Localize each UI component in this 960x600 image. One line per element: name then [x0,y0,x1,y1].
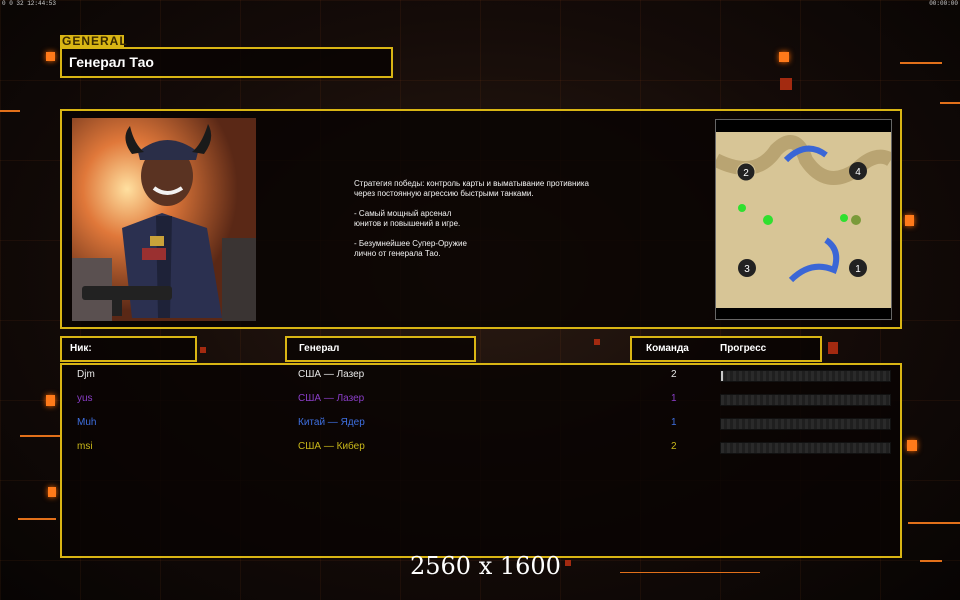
status-bar-left: 0 0 32 12:44:53 [2,0,57,7]
deco-glow [46,52,55,61]
column-header-general: Генерал [285,336,476,362]
player-general: Китай — Ядер [298,417,365,428]
general-portrait [72,118,256,321]
general-title: Генерал Тао [60,47,393,78]
player-nick: msi [77,441,93,452]
start-position-2[interactable]: 2 [736,162,756,182]
player-team: 1 [671,393,677,404]
player-general: США — Лазер [298,369,365,380]
player-general: США — Кибер [298,441,365,452]
deco-square [565,560,571,566]
minimap-terrain: 2 4 3 1 [712,132,895,308]
column-header-nick: Ник: [60,336,197,362]
player-nick: Djm [77,369,95,380]
player-progress-bar [720,394,891,406]
deco-glow [46,395,55,406]
start-position-3[interactable]: 3 [738,259,756,277]
player-progress-fill [721,371,724,381]
player-progress-bar [720,370,891,382]
player-nick: Muh [77,417,97,428]
column-header-progress: Прогресс [720,343,767,354]
deco-square [828,342,838,354]
svg-text:1: 1 [855,264,861,275]
player-row[interactable]: yus США — Лазер 1 [62,392,904,406]
strategy-description: Стратегия победы: контроль карты и вымат… [354,179,589,258]
resolution-watermark: 2560 x 1600 [410,552,561,580]
deco-square [594,339,600,345]
minimap[interactable]: 2 4 3 1 [712,119,895,320]
deco-square [780,78,792,90]
player-progress-bar [720,442,891,454]
deco-glow [779,52,789,62]
deco-line [0,110,20,112]
deco-line [20,435,60,437]
status-bar-clock: 00:00:00 [929,0,958,7]
player-row[interactable]: Muh Китай — Ядер 1 [62,416,904,430]
player-list: Djm США — Лазер 2 yus США — Лазер 1 Muh Китай —… [60,363,902,558]
player-general: США — Лазер [298,393,365,404]
deco-line [900,62,942,64]
start-position-4[interactable]: 4 [849,162,867,180]
svg-text:4: 4 [855,167,861,178]
column-header-team-progress: Команда Прогресс [630,336,822,362]
start-position-1[interactable]: 1 [849,259,867,277]
player-team: 2 [671,441,677,452]
player-team: 1 [671,417,677,428]
deco-square [200,347,206,353]
deco-glow [48,487,56,497]
column-header-team: Команда [646,343,689,354]
deco-line [18,518,56,520]
player-team: 2 [671,369,677,380]
deco-line [940,102,960,104]
player-progress-bar [720,418,891,430]
deco-glow [905,215,914,226]
deco-line [620,572,760,573]
player-row[interactable]: Djm США — Лазер 2 [62,368,904,382]
deco-glow [907,440,917,451]
deco-line [920,560,942,562]
deco-line [908,522,960,524]
player-row[interactable]: msi США — Кибер 2 [62,440,904,454]
player-nick: yus [77,393,93,404]
svg-text:3: 3 [744,264,750,275]
svg-text:2: 2 [743,168,749,179]
